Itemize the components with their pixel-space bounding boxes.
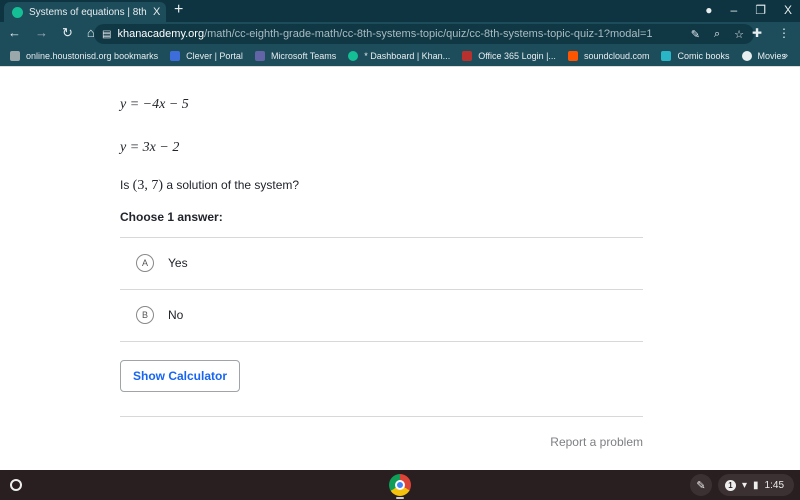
new-tab-button[interactable]: + xyxy=(174,1,183,19)
clever-icon xyxy=(170,51,181,61)
bookmark-label: Movies xyxy=(757,51,787,61)
notification-badge: 1 xyxy=(725,479,736,491)
prompt-text: a solution of the system? xyxy=(163,178,300,192)
status-tray[interactable]: 1 ▾ ▮ 1:45 xyxy=(718,474,794,496)
blocked-icon[interactable]: ✎ xyxy=(691,28,700,41)
tab-active[interactable]: Systems of equations | 8th grade math | … xyxy=(4,2,166,22)
option-letter: A xyxy=(136,254,154,272)
option-label: No xyxy=(168,308,184,322)
soundcloud-icon xyxy=(567,51,578,61)
bookmark-label: Office 365 Login |... xyxy=(478,51,556,61)
khan-favicon-icon xyxy=(12,6,23,18)
answer-option-b[interactable]: B No xyxy=(120,290,643,340)
bookmarks-bar: online.houstonisd.org bookmarks Clever |… xyxy=(0,46,800,66)
stylus-icon[interactable]: ✎ xyxy=(690,474,712,496)
battery-icon: ▮ xyxy=(753,479,759,491)
tab-close-button[interactable]: X xyxy=(153,6,160,18)
show-calculator-button[interactable]: Show Calculator xyxy=(120,360,240,392)
minimize-button[interactable]: – xyxy=(731,3,738,17)
bookmark-item[interactable]: * Dashboard | Khan... xyxy=(348,51,450,61)
wifi-icon: ▾ xyxy=(742,479,748,491)
report-problem-link[interactable]: Report a problem xyxy=(550,435,643,449)
clock: 1:45 xyxy=(764,479,785,491)
divider xyxy=(120,416,643,417)
bookmark-label: * Dashboard | Khan... xyxy=(364,51,451,61)
bookmark-item[interactable]: online.houstonisd.org bookmarks xyxy=(10,51,158,61)
active-indicator xyxy=(396,497,404,499)
url-host: khanacademy.org xyxy=(117,28,205,40)
forward-icon[interactable]: → xyxy=(35,25,48,41)
address-bar[interactable]: ▤ khanacademy.org/math/cc-eighth-grade-m… xyxy=(94,24,754,44)
comic-icon xyxy=(661,51,672,61)
browser-toolbar: ← → ↻ ⌂ ▤ khanacademy.org/math/cc-eighth… xyxy=(0,22,800,46)
folder-icon xyxy=(10,51,20,61)
khan-icon xyxy=(348,51,359,61)
point: (3, 7) xyxy=(132,178,163,193)
office-icon xyxy=(462,51,473,61)
tab-bar: Systems of equations | 8th grade math | … xyxy=(0,0,800,22)
bookmark-item[interactable]: Office 365 Login |... xyxy=(462,51,556,61)
restore-button[interactable]: ❐ xyxy=(755,3,766,17)
bookmark-star-icon[interactable]: ☆ xyxy=(734,28,744,41)
bookmark-item[interactable]: Movies xyxy=(741,51,787,61)
reload-icon[interactable]: ↻ xyxy=(62,25,73,41)
tab-title: Systems of equations | 8th grade math | … xyxy=(29,6,147,18)
bookmark-item[interactable]: soundcloud.com xyxy=(567,51,650,61)
bookmark-label: soundcloud.com xyxy=(583,51,650,61)
zoom-icon[interactable]: ⌕ xyxy=(714,28,720,41)
bookmark-item[interactable]: Comic books xyxy=(661,51,730,61)
bookmark-item[interactable]: Clever | Portal xyxy=(170,51,243,61)
option-letter: B xyxy=(136,306,154,324)
bookmark-label: Comic books xyxy=(677,51,730,61)
bookmark-item[interactable]: Microsoft Teams xyxy=(254,51,337,61)
back-icon[interactable]: ← xyxy=(8,25,21,41)
answer-option-a[interactable]: A Yes xyxy=(120,238,643,288)
prompt-text: Is xyxy=(120,178,133,192)
choose-label: Choose 1 answer: xyxy=(120,210,223,224)
equation-1: y = −4x − 5 xyxy=(120,97,189,112)
chrome-icon[interactable] xyxy=(389,474,411,496)
launcher-icon[interactable] xyxy=(10,479,22,491)
profile-icon[interactable]: ● xyxy=(705,3,712,17)
question-prompt: Is (3, 7) a solution of the system? xyxy=(120,178,299,194)
bookmark-label: Microsoft Teams xyxy=(270,51,337,61)
globe-icon xyxy=(741,51,752,61)
quiz-content: y = −4x − 5 y = 3x − 2 Is (3, 7) a solut… xyxy=(0,66,800,470)
close-window-button[interactable]: X xyxy=(784,3,792,17)
page-info-icon[interactable]: ▤ xyxy=(102,29,111,40)
bookmark-label: online.houstonisd.org bookmarks xyxy=(26,51,159,61)
teams-icon xyxy=(254,51,265,61)
bookmarks-overflow-button[interactable]: » xyxy=(783,50,788,60)
divider xyxy=(120,341,643,342)
url-path: /math/cc-eighth-grade-math/cc-8th-system… xyxy=(204,28,653,40)
equation-2: y = 3x − 2 xyxy=(120,140,180,155)
menu-icon[interactable]: ⋮ xyxy=(778,26,790,40)
extensions-icon[interactable]: ✚ xyxy=(752,26,762,40)
bookmark-label: Clever | Portal xyxy=(186,51,243,61)
os-shelf: ✎ 1 ▾ ▮ 1:45 xyxy=(0,470,800,500)
option-label: Yes xyxy=(168,256,188,270)
